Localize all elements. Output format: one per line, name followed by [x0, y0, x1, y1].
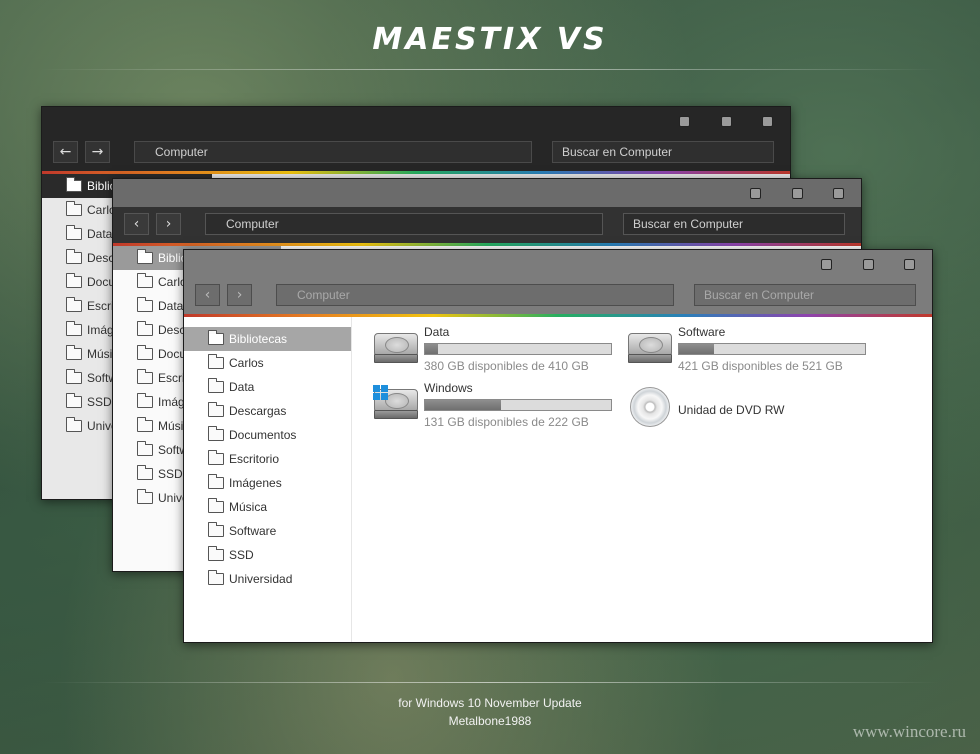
maximize-button[interactable]: [863, 259, 874, 270]
folder-icon: [208, 330, 224, 345]
folder-icon: [208, 402, 224, 417]
divider-bottom: [40, 682, 940, 683]
folder-icon: [137, 369, 153, 384]
drive-windows[interactable]: Windows 131 GB disponibles de 222 GB: [372, 381, 622, 431]
maximize-button[interactable]: [792, 188, 803, 199]
sidebar-item-universidad[interactable]: Universidad: [184, 567, 351, 591]
minimize-button[interactable]: [821, 259, 832, 270]
windows-drive-icon: [373, 385, 418, 421]
close-button[interactable]: [762, 116, 773, 127]
sidebar-item-ssd[interactable]: SSD: [184, 543, 351, 567]
minimize-button[interactable]: [679, 116, 690, 127]
folder-icon: [137, 297, 153, 312]
close-button[interactable]: [904, 259, 915, 270]
chevron-right-icon: ›: [165, 216, 172, 232]
folder-icon: [137, 441, 153, 456]
folder-icon: [137, 273, 153, 288]
footer-line-1: for Windows 10 November Update: [398, 696, 582, 710]
drive-dvd[interactable]: Unidad de DVD RW: [626, 381, 876, 431]
folder-icon: [137, 417, 153, 432]
minimize-button[interactable]: [750, 188, 761, 199]
folder-icon: [208, 354, 224, 369]
chevron-left-icon: ‹: [204, 287, 211, 303]
arrow-left-icon: ←: [59, 144, 72, 160]
sidebar-item-descargas[interactable]: Descargas: [184, 399, 351, 423]
folder-icon: [208, 570, 224, 585]
folder-icon: [208, 378, 224, 393]
arrow-right-icon: →: [91, 144, 104, 160]
folder-icon: [137, 345, 153, 360]
chevron-left-icon: ‹: [133, 216, 140, 232]
sidebar-item-bibliotecas[interactable]: Bibliotecas: [184, 327, 351, 351]
folder-icon: [66, 393, 82, 408]
sidebar-item-escritorio[interactable]: Escritorio: [184, 447, 351, 471]
back-button[interactable]: ‹: [195, 284, 220, 306]
usage-bar: [678, 343, 866, 355]
forward-button[interactable]: →: [85, 141, 110, 163]
usage-bar: [424, 343, 612, 355]
close-button[interactable]: [833, 188, 844, 199]
search-input[interactable]: Buscar en Computer: [552, 141, 774, 163]
sidebar-item-carlos[interactable]: Carlos: [184, 351, 351, 375]
folder-icon: [137, 393, 153, 408]
folder-icon: [137, 465, 153, 480]
title-bar[interactable]: [42, 107, 790, 135]
dvd-icon: [630, 387, 670, 427]
address-bar[interactable]: Computer: [205, 213, 603, 235]
forward-button[interactable]: ›: [156, 213, 181, 235]
sidebar-item-imagenes[interactable]: Imágenes: [184, 471, 351, 495]
folder-icon: [66, 225, 82, 240]
folder-icon: [66, 249, 82, 264]
sidebar-item-software[interactable]: Software: [184, 519, 351, 543]
watermark: www.wincore.ru: [852, 722, 966, 741]
back-button[interactable]: ‹: [124, 213, 149, 235]
folder-icon: [208, 426, 224, 441]
forward-button[interactable]: ›: [227, 284, 252, 306]
divider-top: [40, 69, 940, 70]
hard-drive-icon: [374, 333, 418, 365]
folder-icon: [66, 177, 82, 192]
title-bar[interactable]: [113, 179, 861, 207]
sidebar: Bibliotecas Carlos Data Descargas Docume…: [184, 317, 352, 642]
drive-data[interactable]: Data 380 GB disponibles de 410 GB: [372, 325, 622, 375]
folder-icon: [66, 345, 82, 360]
folder-icon: [137, 321, 153, 336]
usage-fill: [679, 344, 715, 354]
sidebar-item-data[interactable]: Data: [184, 375, 351, 399]
folder-icon: [66, 369, 82, 384]
folder-icon: [66, 321, 82, 336]
chevron-right-icon: ›: [236, 287, 243, 303]
folder-icon: [137, 249, 153, 264]
usage-fill: [425, 344, 439, 354]
explorer-window-front: ‹ › Computer Buscar en Computer Bibliote…: [183, 249, 933, 643]
title-bar[interactable]: [184, 250, 932, 278]
address-bar[interactable]: Computer: [276, 284, 674, 306]
folder-icon: [66, 273, 82, 288]
folder-icon: [66, 417, 82, 432]
hard-drive-icon: [628, 333, 672, 365]
windows-logo-icon: [373, 385, 389, 401]
usage-fill: [425, 400, 502, 410]
folder-icon: [208, 474, 224, 489]
search-input[interactable]: Buscar en Computer: [694, 284, 916, 306]
usage-bar: [424, 399, 612, 411]
address-bar[interactable]: Computer: [134, 141, 532, 163]
folder-icon: [208, 450, 224, 465]
back-button[interactable]: ←: [53, 141, 78, 163]
folder-icon: [66, 297, 82, 312]
page-title: MAESTIX VS: [372, 22, 608, 57]
footer-line-2: Metalbone1988: [448, 714, 532, 728]
drive-software[interactable]: Software 421 GB disponibles de 521 GB: [626, 325, 876, 375]
maximize-button[interactable]: [721, 116, 732, 127]
search-input[interactable]: Buscar en Computer: [623, 213, 845, 235]
folder-icon: [66, 201, 82, 216]
folder-icon: [208, 498, 224, 513]
folder-icon: [137, 489, 153, 504]
sidebar-item-musica[interactable]: Música: [184, 495, 351, 519]
folder-icon: [208, 522, 224, 537]
folder-icon: [208, 546, 224, 561]
sidebar-item-documentos[interactable]: Documentos: [184, 423, 351, 447]
